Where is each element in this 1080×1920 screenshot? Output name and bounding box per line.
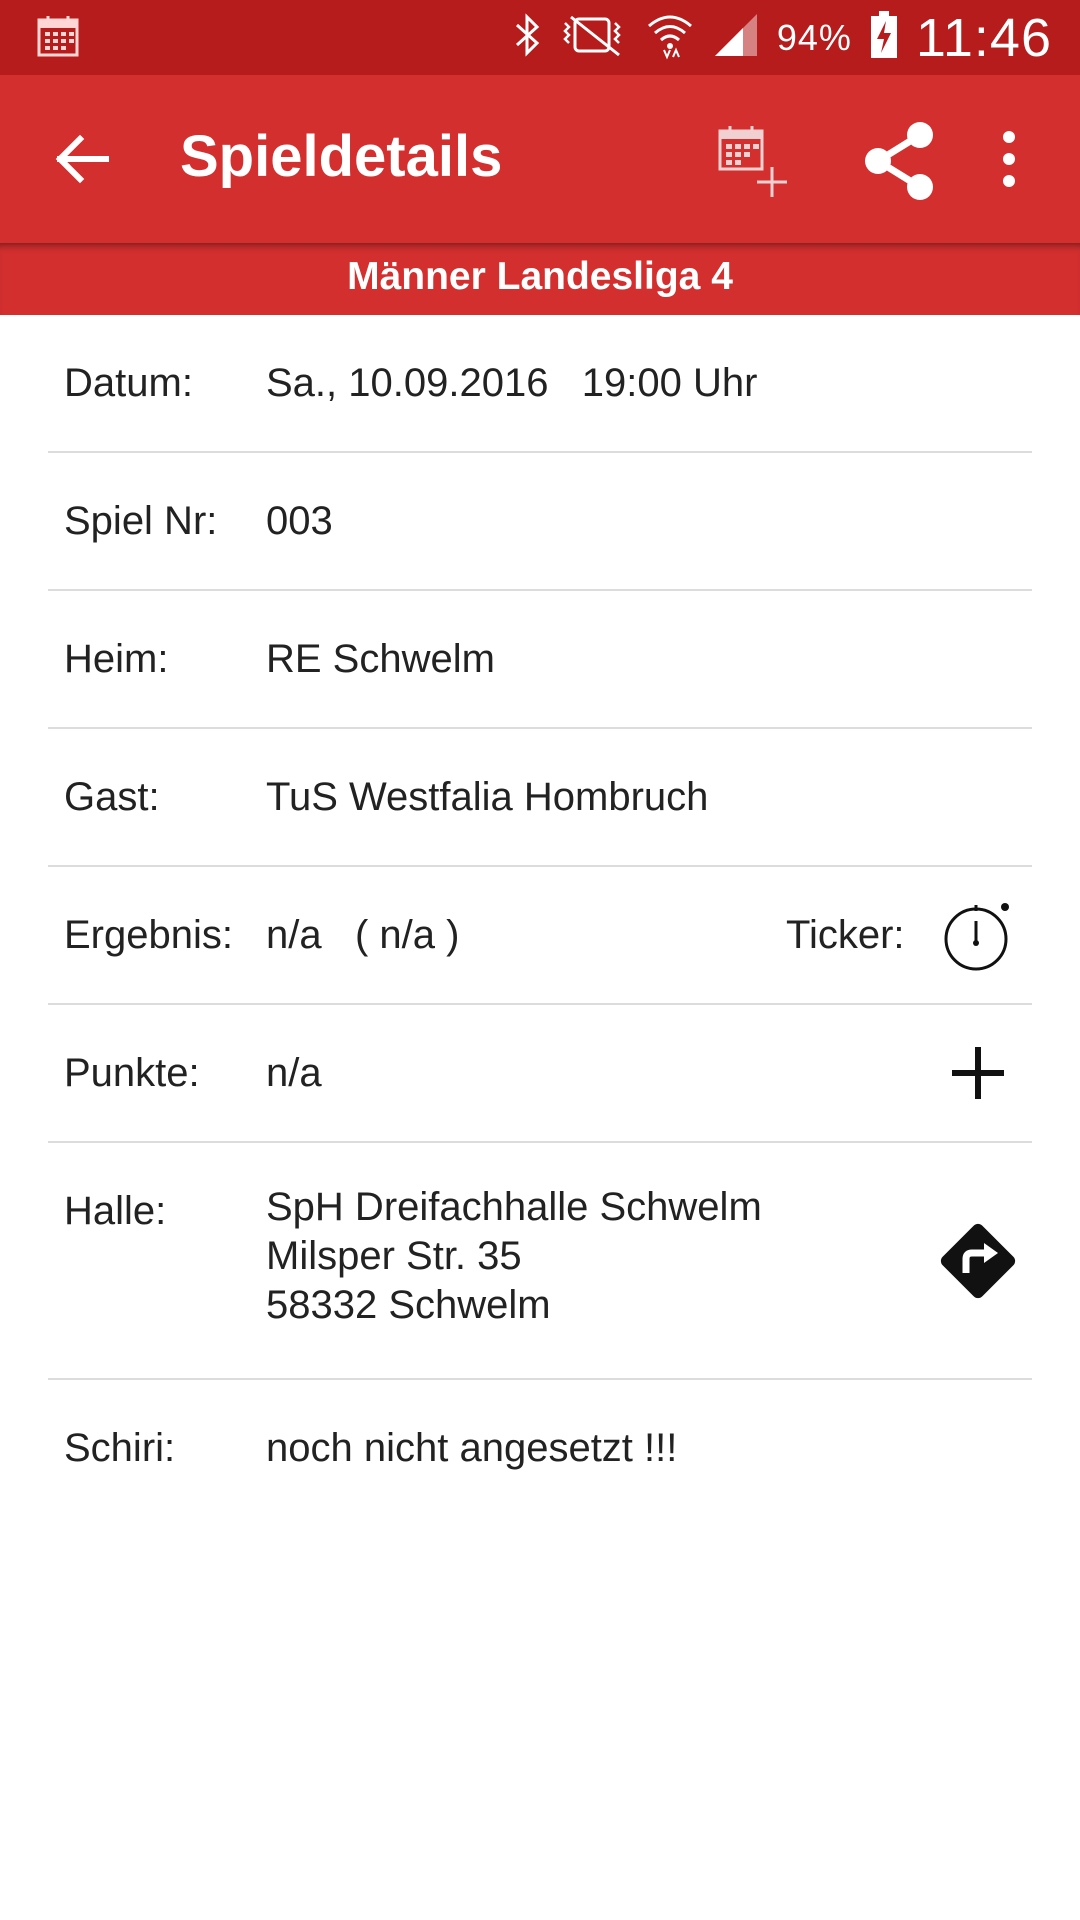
halle-label: Halle: — [64, 1189, 167, 1233]
row-spiel-nr: Spiel Nr: 003 — [48, 453, 1032, 591]
punkte-value: n/a — [266, 1051, 322, 1095]
back-arrow-icon[interactable] — [50, 127, 114, 191]
heim-value: RE Schwelm — [266, 637, 495, 681]
battery-charging-icon — [870, 11, 898, 64]
cell-signal-icon — [713, 12, 759, 63]
spiel-nr-value: 003 — [266, 499, 333, 543]
wifi-icon — [645, 10, 695, 65]
clock: 11:46 — [915, 7, 1052, 68]
gast-label: Gast: — [64, 775, 160, 819]
ticker-label: Ticker: — [786, 913, 905, 957]
datum-value: Sa., 10.09.2016 19:00 Uhr — [266, 361, 758, 405]
league-title: Männer Landesliga 4 — [347, 255, 733, 298]
calendar-add-icon[interactable] — [716, 123, 792, 199]
punkte-label: Punkte: — [64, 1051, 200, 1095]
ergebnis-label: Ergebnis: — [64, 913, 233, 957]
row-heim: Heim: RE Schwelm — [48, 591, 1032, 729]
halle-city: 58332 Schwelm — [266, 1283, 551, 1327]
directions-icon[interactable] — [932, 1215, 1024, 1307]
app-bar: Spieldetails — [0, 75, 1080, 243]
more-vert-icon[interactable] — [986, 127, 1032, 191]
row-halle: Halle: SpH Dreifachhalle Schwelm Milsper… — [48, 1143, 1032, 1380]
add-icon[interactable] — [948, 1043, 1008, 1103]
halle-name: SpH Dreifachhalle Schwelm — [266, 1185, 762, 1229]
row-punkte: Punkte: n/a — [48, 1005, 1032, 1143]
ergebnis-value: n/a ( n/a ) — [266, 913, 460, 957]
stopwatch-icon[interactable] — [943, 897, 1015, 973]
schiri-label: Schiri: — [64, 1426, 176, 1470]
bluetooth-icon — [513, 13, 543, 62]
schiri-value: noch nicht angesetzt !!! — [266, 1426, 678, 1470]
row-ergebnis: Ergebnis: n/a ( n/a ) Ticker: — [48, 867, 1032, 1005]
heim-label: Heim: — [64, 637, 169, 681]
gast-value: TuS Westfalia Hombruch — [266, 775, 709, 819]
status-bar: 94% 11:46 — [0, 0, 1080, 75]
calendar-notification-icon — [36, 14, 80, 63]
row-schiri: Schiri: noch nicht angesetzt !!! — [48, 1380, 1032, 1516]
halle-street: Milsper Str. 35 — [266, 1234, 522, 1278]
page-title: Spieldetails — [180, 124, 503, 189]
row-datum: Datum: Sa., 10.09.2016 19:00 Uhr — [48, 315, 1032, 453]
row-gast: Gast: TuS Westfalia Hombruch — [48, 729, 1032, 867]
league-header: Männer Landesliga 4 — [0, 243, 1080, 315]
halle-address: SpH Dreifachhalle Schwelm Milsper Str. 3… — [266, 1183, 762, 1330]
spiel-nr-label: Spiel Nr: — [64, 499, 218, 543]
share-icon[interactable] — [860, 119, 940, 203]
datum-label: Datum: — [64, 361, 193, 405]
battery-percent: 94% — [776, 16, 852, 58]
vibrate-mute-icon — [561, 13, 627, 62]
match-details: Datum: Sa., 10.09.2016 19:00 Uhr Spiel N… — [48, 315, 1032, 1516]
